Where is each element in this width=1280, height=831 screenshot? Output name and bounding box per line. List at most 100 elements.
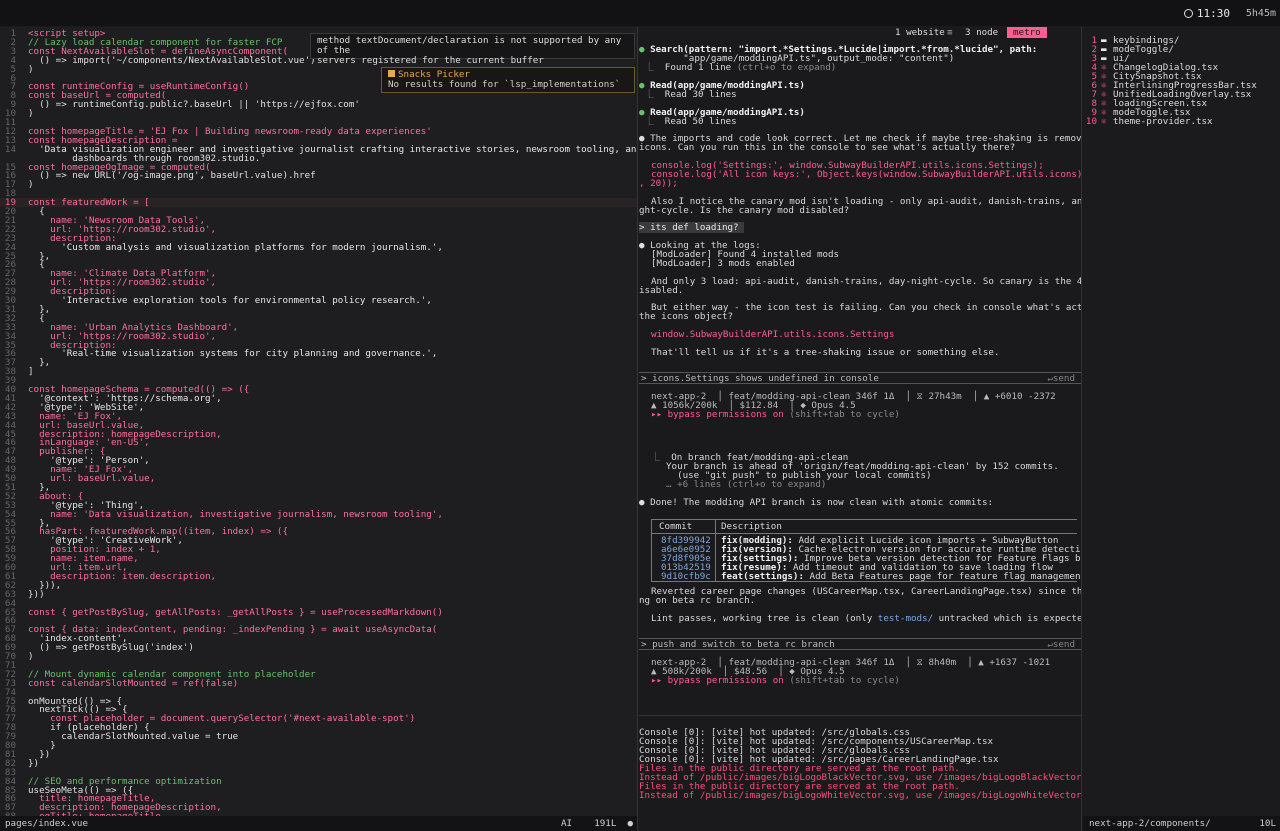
clock-icon xyxy=(1183,9,1193,18)
message-text: untracked which is expected). xyxy=(938,613,1081,624)
code-text: , 20)); xyxy=(639,178,678,189)
prompt-chevron-icon: > xyxy=(641,639,653,650)
code-line[interactable]: 51 }, xyxy=(0,483,637,492)
snacks-body: No results found for `lsp_implementation… xyxy=(388,79,621,90)
statusline-right: AI 191L ● xyxy=(561,816,633,831)
code-line[interactable]: 16 () => new URL('/og-image.png', baseUr… xyxy=(0,171,637,180)
assistant-message-cont: the icons object? xyxy=(639,311,734,322)
claude-terminal-pane[interactable]: 1 website ≡ 3 node metro ● Search(patter… xyxy=(639,27,1081,831)
picker-icon xyxy=(388,70,395,77)
line-count: 191L xyxy=(594,818,617,829)
expand-hint[interactable]: (ctrl+o to expand) xyxy=(737,62,837,73)
log-line: [ModLoader] 3 mods enabled xyxy=(651,258,795,269)
explorer-line-count: 10L xyxy=(1259,818,1276,829)
prompt-text[interactable]: push and switch to beta rc branch xyxy=(652,639,835,650)
console-line: Instead of /public/images/bigLogoWhiteVe… xyxy=(639,790,1081,801)
read-result-2: ⎿ Read 50 lines xyxy=(639,116,737,127)
clock: 11:30 xyxy=(1183,7,1230,20)
message-text: Lint passes, working tree is clean (only xyxy=(651,613,878,624)
bypass-hint: (shift+tab to cycle) xyxy=(789,409,900,420)
prompt-text[interactable]: icons.Settings shows undefined in consol… xyxy=(652,373,879,384)
code-line: window.SubwayBuilderAPI.utils.icons.Sett… xyxy=(639,330,1081,339)
prompt-input[interactable]: > push and switch to beta rc branch ↵send xyxy=(639,638,1081,650)
bypass-icon: ▸▸ xyxy=(651,675,668,686)
code-line[interactable]: 25 }, xyxy=(0,251,637,260)
code-line[interactable]: 61 description: item.description, xyxy=(0,572,637,581)
table-row: 9d10cfb9c feat(settings): Add Beta Featur… xyxy=(639,572,1081,581)
assistant-message-cont: icons. Can you run this in the console t… xyxy=(639,142,1016,153)
code-line[interactable]: 80 } xyxy=(0,741,637,750)
node-indicator: 3 node xyxy=(965,27,999,38)
explorer-statusline: next-app-2/components/ 10L xyxy=(1083,816,1280,831)
assistant-message: ● Done! The modding API branch is now cl… xyxy=(639,498,1081,507)
menu-icon: ≡ xyxy=(947,27,953,38)
code-line[interactable]: 37 }, xyxy=(0,358,637,367)
clock-time: 11:30 xyxy=(1196,7,1230,20)
prompt-input[interactable]: > icons.Settings shows undefined in cons… xyxy=(639,372,1081,384)
line-number: 10 xyxy=(1085,116,1097,127)
code-line[interactable]: 65 const { getPostBySlug, getAllPosts: _g… xyxy=(0,607,637,616)
code-line[interactable]: 31 }, xyxy=(0,305,637,314)
code-line[interactable]: 82}) xyxy=(0,759,637,768)
permissions-line[interactable]: ▸▸ bypass permissions on (shift+tab to c… xyxy=(639,410,1081,419)
code-line[interactable]: 62 })), xyxy=(0,581,637,590)
bypass-text: bypass permissions on xyxy=(667,675,784,686)
bypass-hint: (shift+tab to cycle) xyxy=(789,675,900,686)
code-line[interactable]: 73 const calendarSlotMounted = ref(false) xyxy=(0,679,637,688)
assistant-message: That'll tell us if it's a tree-shaking i… xyxy=(651,347,1000,358)
tree-item-label: theme-provider.tsx xyxy=(1113,116,1213,127)
code-line: console.log('All icon keys:', Object.key… xyxy=(639,170,1081,179)
send-button[interactable]: ↵send xyxy=(1047,373,1075,384)
terminal-header: 1 website ≡ 3 node metro xyxy=(639,27,1081,38)
console-divider xyxy=(639,715,1081,716)
expand-hint[interactable]: … +6 lines (ctrl+o to expand) xyxy=(639,480,1081,489)
code-text: window.SubwayBuilderAPI.utils.icons.Sett… xyxy=(651,329,895,340)
ai-indicator: AI xyxy=(561,818,573,829)
pane-divider[interactable] xyxy=(1081,27,1082,831)
file-explorer[interactable]: 1 ▬ keybindings/2 ▬ modeToggle/3 ▬ ui/4 ⚛ Change… xyxy=(1083,27,1280,816)
search-found: Found 1 line xyxy=(664,62,732,73)
prompt-chevron-icon: > xyxy=(639,222,651,233)
table-header: Commit Description xyxy=(639,522,1081,531)
modified-dot-icon: ● xyxy=(627,818,633,829)
column-header: Commit xyxy=(659,521,693,532)
read-result-text: Read 50 lines xyxy=(664,116,737,127)
commit-hash: 9d10cfb9c xyxy=(661,571,711,582)
bypass-text: bypass permissions on xyxy=(667,409,784,420)
send-button[interactable]: ↵send xyxy=(1047,639,1075,650)
code-editor[interactable]: 1 <script setup> 2// Lazy load calendar co… xyxy=(0,27,637,816)
code-line[interactable]: 17) xyxy=(0,180,637,189)
column-header: Description xyxy=(721,521,782,532)
code-line[interactable]: 10) xyxy=(0,109,637,118)
path-text: test-mods/ xyxy=(877,613,934,624)
message-text: Done! The modding API branch is now clea… xyxy=(650,497,994,508)
hover-line-2: servers registered for the current buffe… xyxy=(317,55,544,66)
bypass-icon: ▸▸ xyxy=(651,409,668,420)
code-line[interactable]: 63})) xyxy=(0,590,637,599)
code-line[interactable]: 81 }) xyxy=(0,750,637,759)
pane-divider[interactable] xyxy=(637,27,638,831)
code-line[interactable]: 30 'Interactive exploration tools for en… xyxy=(0,296,637,305)
code-line[interactable]: 24 'Custom analysis and visualization pl… xyxy=(0,242,637,251)
assistant-message-cont: isabled. xyxy=(639,285,684,296)
assistant-dot-icon: ● xyxy=(639,497,651,508)
lsp-hover-popup: method textDocument/declaration is not s… xyxy=(310,33,635,66)
code-line[interactable]: 36 'Real-time visualization systems for … xyxy=(0,349,637,358)
hover-line-1: method textDocument/declaration is not s… xyxy=(317,35,622,56)
assistant-message: And only 3 load: api-audit, danish-train… xyxy=(651,276,1081,287)
code-line[interactable]: 69 () => getPostBySlug('index') xyxy=(0,643,637,652)
code-line[interactable]: 79 calendarSlotMounted.value = true xyxy=(0,732,637,741)
commit-type: feat(settings): xyxy=(721,571,804,582)
tree-item[interactable]: 10 ⚛ theme-provider.tsx xyxy=(1083,117,1280,126)
assistant-message: Lint passes, working tree is clean (only… xyxy=(639,614,1081,623)
code-line[interactable]: 9 () => runtimeConfig.public?.baseUrl ||… xyxy=(0,100,637,109)
permissions-line[interactable]: ▸▸ bypass permissions on (shift+tab to c… xyxy=(639,676,1081,685)
code-line: , 20)); xyxy=(639,179,1081,188)
code-line[interactable]: 54 name: 'Data visualization, investigat… xyxy=(0,509,637,518)
metro-badge: metro xyxy=(1007,27,1047,38)
code-line[interactable]: 70) xyxy=(0,652,637,661)
code-line[interactable]: 19 const featuredWork = [ xyxy=(0,198,637,207)
code-line[interactable]: 50 url: baseUrl.value, xyxy=(0,474,637,483)
top-status-bar: 11:30 5h45m xyxy=(0,0,1280,26)
code-line[interactable]: 38] xyxy=(0,367,637,376)
